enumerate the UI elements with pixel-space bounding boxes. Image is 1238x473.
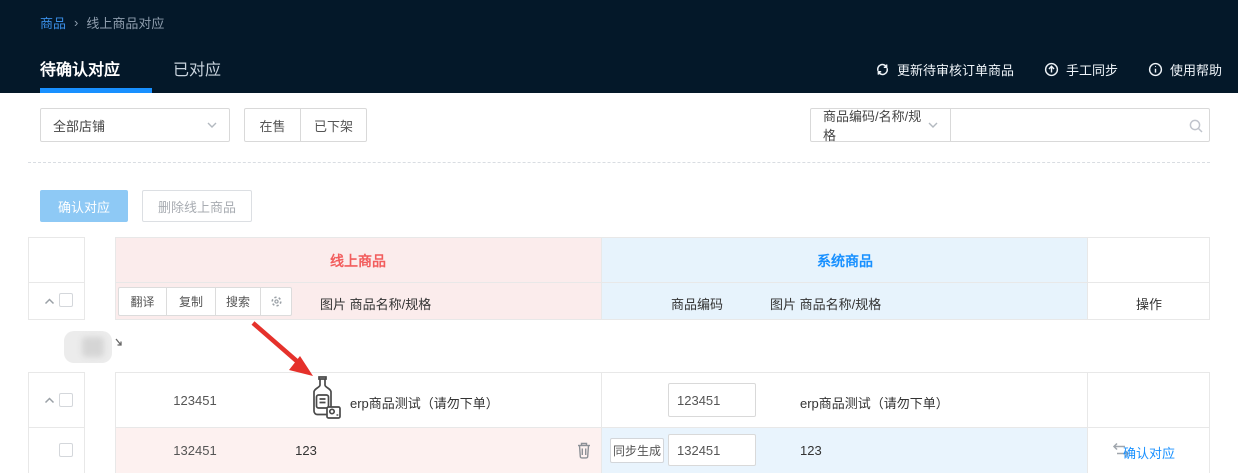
row1-collapse-caret-icon[interactable] — [44, 397, 55, 404]
system-product-group-header: 系统商品 — [817, 251, 873, 271]
translate-button[interactable]: 翻译 — [118, 287, 167, 316]
chevron-down-icon — [207, 122, 217, 128]
info-icon — [1148, 62, 1163, 77]
delete-online-product-button[interactable]: 删除线上商品 — [142, 190, 252, 222]
row2-checkbox[interactable] — [59, 443, 73, 457]
on-sale-button[interactable]: 在售 — [244, 108, 301, 142]
row2-confirm-match-link[interactable]: 确认对应 — [1123, 443, 1175, 462]
gear-icon — [270, 295, 283, 308]
row1-system-code-input[interactable] — [668, 383, 756, 417]
help-label: 使用帮助 — [1170, 60, 1222, 79]
search-icon[interactable] — [1188, 118, 1204, 134]
refresh-pending-orders-button[interactable]: 更新待审核订单商品 — [875, 60, 1014, 79]
tab-pending-match[interactable]: 待确认对应 — [40, 56, 120, 80]
confirm-match-bulk-button[interactable]: 确认对应 — [40, 190, 128, 222]
copy-button[interactable]: 复制 — [167, 287, 216, 316]
row1-system-name: erp商品测试（请勿下单） — [800, 393, 949, 412]
product-image-bottle-icon[interactable] — [303, 375, 343, 421]
trash-icon[interactable] — [576, 441, 592, 459]
sale-status-toggle: 在售 已下架 — [244, 108, 367, 142]
shop-expand-caret-icon[interactable] — [114, 338, 123, 347]
breadcrumb: 商品 › 线上商品对应 — [40, 13, 164, 32]
manual-sync-button[interactable]: 手工同步 — [1044, 60, 1118, 79]
breadcrumb-root[interactable]: 商品 — [40, 13, 66, 32]
upload-sync-icon — [1044, 62, 1059, 77]
tab-matched[interactable]: 已对应 — [173, 56, 221, 80]
dashed-divider — [28, 162, 1210, 163]
off-shelf-button[interactable]: 已下架 — [301, 108, 367, 142]
topbar-actions: 更新待审核订单商品 手工同步 — [875, 60, 1222, 79]
row1-online-name: erp商品测试（请勿下单） — [350, 393, 499, 412]
shop-name-redacted — [64, 331, 112, 363]
search-input[interactable] — [950, 108, 1210, 142]
search-products-button[interactable]: 搜索 — [216, 287, 261, 316]
product-match-table: 线上商品 系统商品 翻译 复制 搜索 图片 商品名称/规格 商品编码 图片 商品… — [28, 237, 1210, 473]
operation-column-header: 操作 — [1136, 294, 1162, 313]
settings-gear-button[interactable] — [261, 287, 292, 316]
select-all-checkbox[interactable] — [59, 293, 73, 307]
help-button[interactable]: 使用帮助 — [1148, 60, 1222, 79]
page: 商品 › 线上商品对应 待确认对应 已对应 更新待审核订单商品 — [0, 0, 1238, 473]
breadcrumb-separator: › — [74, 15, 78, 30]
search-type-select[interactable]: 商品编码/名称/规格 — [810, 108, 951, 142]
refresh-icon — [875, 62, 890, 77]
row2-system-code-input[interactable] — [668, 434, 756, 466]
row2-system-name: 123 — [800, 443, 822, 458]
system-code-column-header: 商品编码 — [671, 294, 723, 313]
system-image-name-column-header: 图片 商品名称/规格 — [770, 294, 881, 313]
topbar: 商品 › 线上商品对应 待确认对应 已对应 更新待审核订单商品 — [0, 0, 1238, 93]
chevron-down-icon — [928, 122, 938, 128]
manual-sync-label: 手工同步 — [1066, 60, 1118, 79]
online-tools: 翻译 复制 搜索 — [118, 287, 292, 316]
sync-generate-button[interactable]: 同步生成 — [610, 438, 664, 463]
online-image-name-column-header: 图片 商品名称/规格 — [320, 294, 431, 313]
shop-select[interactable]: 全部店铺 — [40, 108, 230, 142]
row2-online-code: 132451 — [173, 443, 216, 458]
online-product-group-header: 线上商品 — [330, 251, 386, 271]
row1-checkbox[interactable] — [59, 393, 73, 407]
breadcrumb-current: 线上商品对应 — [86, 13, 164, 32]
row1-online-code: 123451 — [173, 393, 216, 408]
row2-online-name: 123 — [295, 443, 317, 458]
collapse-all-caret-icon[interactable] — [44, 298, 55, 305]
active-tab-underline — [40, 88, 152, 93]
refresh-label: 更新待审核订单商品 — [897, 60, 1014, 79]
shop-select-value: 全部店铺 — [53, 116, 105, 135]
search-type-value: 商品编码/名称/规格 — [823, 106, 928, 144]
